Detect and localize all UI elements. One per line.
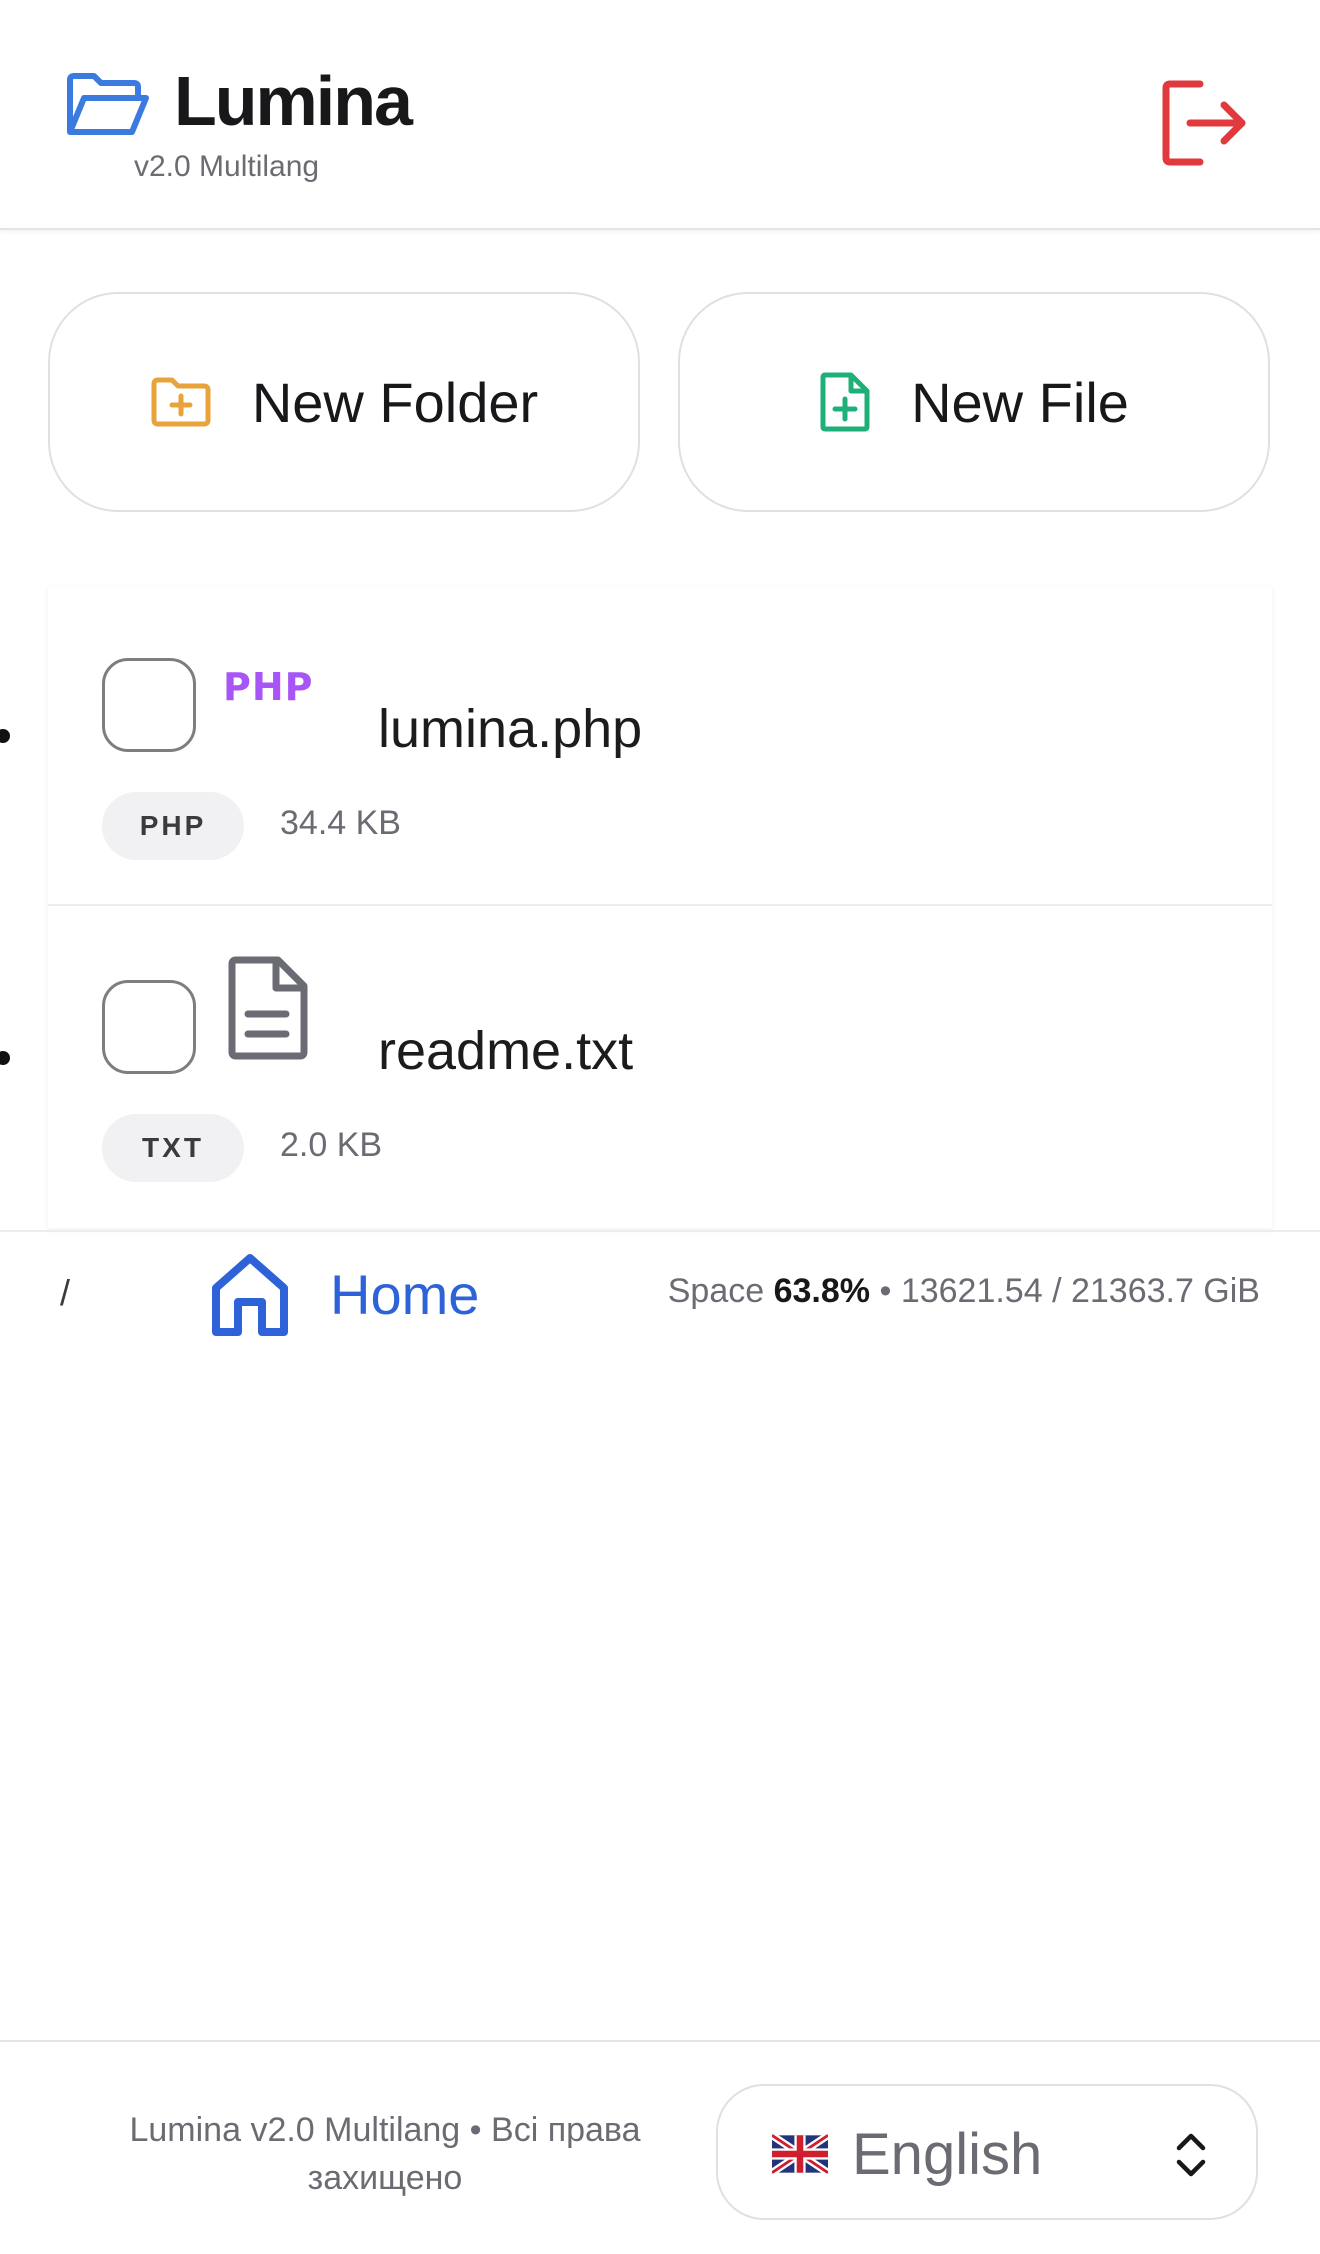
breadcrumb-home-link[interactable]: Home (210, 1252, 479, 1338)
breadcrumb-separator: / (60, 1272, 71, 1313)
new-folder-label: New Folder (251, 370, 539, 434)
storage-usage: Space 63.8% • 13621.54 / 21363.7 GiB (668, 1274, 1260, 1308)
file-row[interactable]: PHP lumina.php PHP 34.4 KB (0, 586, 1272, 906)
list-bullet (0, 729, 10, 743)
storage-percent: 63.8% (773, 1272, 870, 1310)
file-name[interactable]: lumina.php (378, 702, 642, 756)
file-type-badge: TXT (102, 1114, 244, 1182)
file-size: 2.0 KB (280, 1126, 383, 1164)
app-version: v2.0 Multilang (134, 150, 320, 183)
chevron-up-down-icon (1176, 2133, 1206, 2177)
new-file-button[interactable]: New File (678, 292, 1270, 512)
folder-plus-icon (151, 377, 211, 427)
document-icon (228, 956, 308, 1060)
storage-separator: • (879, 1272, 892, 1310)
new-folder-button[interactable]: New Folder (48, 292, 640, 512)
file-plus-icon (820, 372, 870, 432)
file-select-checkbox[interactable] (102, 980, 196, 1074)
home-icon (212, 1254, 288, 1336)
file-size: 34.4 KB (280, 804, 401, 842)
app-title: Lumina (174, 62, 413, 140)
file-manager-page: Lumina v2.0 Multilang New Folder New Fil… (0, 0, 1320, 2254)
php-file-icon: PHP (223, 665, 314, 709)
home-label: Home (330, 1263, 480, 1326)
folder-open-icon (67, 73, 149, 135)
file-select-checkbox[interactable] (102, 658, 196, 752)
storage-label: Space (667, 1272, 765, 1310)
storage-amount: 13621.54 / 21363.7 GiB (900, 1272, 1260, 1310)
logout-icon[interactable] (1160, 78, 1250, 168)
list-bullet (0, 1051, 10, 1065)
language-label: English (852, 2122, 1043, 2187)
breadcrumb: / Home Space 63.8% • 13621.54 / 21363.7 … (0, 1230, 1320, 1350)
app-footer: Lumina v2.0 Multilang • Всі права захище… (0, 2040, 1320, 2254)
app-header: Lumina v2.0 Multilang (0, 0, 1320, 230)
file-list: PHP lumina.php PHP 34.4 KB readme.txt TX… (0, 586, 1272, 1228)
new-file-label: New File (911, 370, 1129, 434)
file-name[interactable]: readme.txt (378, 1024, 633, 1078)
copyright-text: Lumina v2.0 Multilang • Всі права захище… (129, 2111, 641, 2197)
file-row[interactable]: readme.txt TXT 2.0 KB (0, 908, 1272, 1228)
file-type-badge: PHP (102, 792, 244, 860)
uk-flag-icon (772, 2134, 828, 2174)
language-select[interactable]: English (716, 2084, 1258, 2220)
